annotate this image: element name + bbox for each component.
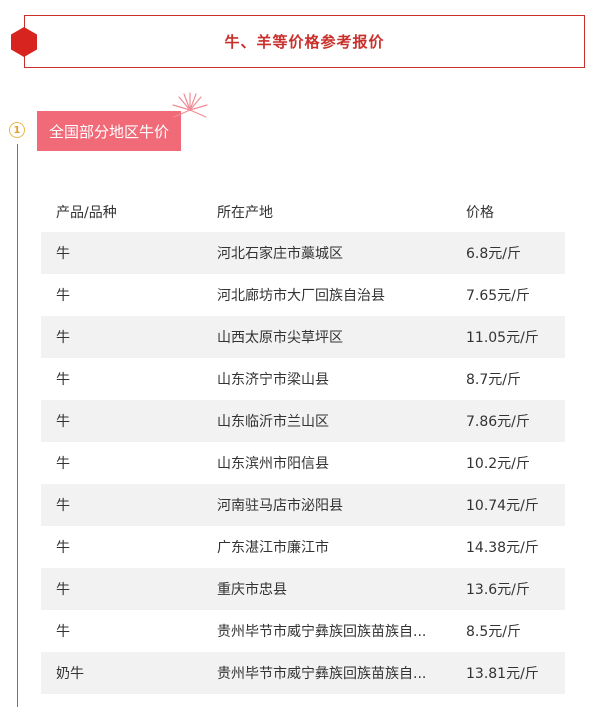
cell-price: 8.5元/斤 [466,624,521,640]
table-row: 牛 贵州毕节市威宁彝族回族苗族自... 8.5元/斤 [41,610,565,652]
table-row: 牛 重庆市忠县 13.6元/斤 [41,568,565,610]
cell-product: 牛 [56,372,70,388]
timeline-line [17,144,18,707]
page-title: 牛、羊等价格参考报价 [224,33,385,51]
table-row: 牛 山东滨州市阳信县 10.2元/斤 [41,442,565,484]
cell-product: 牛 [56,288,70,304]
cell-origin: 河北石家庄市藁城区 [217,246,343,262]
table-row: 牛 河南驻马店市泌阳县 10.74元/斤 [41,484,565,526]
firework-burst-icon [172,92,208,118]
cell-product: 牛 [56,498,70,514]
cell-price: 7.65元/斤 [466,288,530,304]
cell-product: 牛 [56,414,70,430]
cell-origin: 山东滨州市阳信县 [217,456,329,472]
cell-price: 8.7元/斤 [466,372,521,388]
hexagon-icon [11,27,37,57]
cell-price: 13.6元/斤 [466,582,530,598]
cell-origin: 重庆市忠县 [217,582,287,598]
table-row: 牛 山东济宁市梁山县 8.7元/斤 [41,358,565,400]
cell-product: 奶牛 [56,666,84,682]
cell-price: 13.81元/斤 [466,666,539,682]
cell-product: 牛 [56,624,70,640]
cell-origin: 河北廊坊市大厂回族自治县 [217,288,385,304]
column-header-origin: 所在产地 [217,205,273,221]
table-row: 奶牛 贵州毕节市威宁彝族回族苗族自... 13.81元/斤 [41,652,565,694]
table-row: 牛 山西太原市尖草坪区 11.05元/斤 [41,316,565,358]
cell-price: 14.38元/斤 [466,540,539,556]
table-row: 牛 河北石家庄市藁城区 6.8元/斤 [41,232,565,274]
title-box: 牛、羊等价格参考报价 [24,15,585,68]
step-number: 1 [9,122,25,138]
cell-origin: 河南驻马店市泌阳县 [217,498,343,514]
cell-origin: 山东济宁市梁山县 [217,372,329,388]
cell-price: 11.05元/斤 [466,330,539,346]
cell-product: 牛 [56,246,70,262]
cell-product: 牛 [56,540,70,556]
section-title: 全国部分地区牛价 [37,111,182,151]
column-header-price: 价格 [466,205,494,221]
table-row: 牛 河北廊坊市大厂回族自治县 7.65元/斤 [41,274,565,316]
cell-origin: 贵州毕节市威宁彝族回族苗族自... [217,624,427,640]
column-header-product: 产品/品种 [56,205,117,221]
price-table: 产品/品种 所在产地 价格 牛河北石家庄市藁城区 6.8元/斤牛河北廊坊市大厂回族… [41,192,565,694]
cell-price: 6.8元/斤 [466,246,521,262]
cell-price: 10.2元/斤 [466,456,530,472]
cell-product: 牛 [56,456,70,472]
cell-price: 7.86元/斤 [466,414,530,430]
table-row: 牛 广东湛江市廉江市 14.38元/斤 [41,526,565,568]
table-header-row: 产品/品种 所在产地 价格 [41,192,565,232]
cell-origin: 山东临沂市兰山区 [217,414,329,430]
table-row: 牛 山东临沂市兰山区 7.86元/斤 [41,400,565,442]
cell-origin: 广东湛江市廉江市 [217,540,329,556]
cell-product: 牛 [56,582,70,598]
cell-origin: 贵州毕节市威宁彝族回族苗族自... [217,666,427,682]
cell-price: 10.74元/斤 [466,498,539,514]
cell-origin: 山西太原市尖草坪区 [217,330,343,346]
cell-product: 牛 [56,330,70,346]
